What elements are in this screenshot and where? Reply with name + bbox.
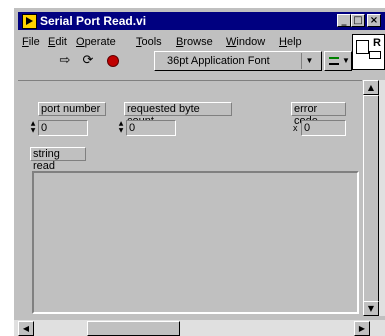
error-code-label: error code (291, 102, 346, 127)
context-help-connector-icon (369, 51, 381, 59)
menu-operate[interactable]: Operate (76, 35, 116, 49)
string-read-label: string read (30, 147, 86, 172)
menu-window[interactable]: Window (226, 35, 265, 49)
port-number-increment-icon[interactable]: ▲ ▼ (30, 120, 36, 135)
requested-byte-count-input[interactable]: 0 (126, 120, 176, 136)
font-selector-value: 36pt Application Font (167, 55, 270, 67)
window-title: Serial Port Read.vi (40, 14, 147, 28)
scroll-right-icon[interactable]: ▶ (354, 321, 370, 336)
context-help-letter: R (373, 37, 381, 49)
horizontal-scroll-thumb[interactable] (87, 321, 180, 336)
abort-button[interactable] (104, 52, 124, 71)
context-help-diagram-icon (356, 40, 369, 54)
menu-bar: File Edit Operate Tools Browse Window He… (18, 34, 358, 50)
labview-run-icon (22, 14, 37, 29)
menu-help[interactable]: Help (279, 35, 302, 49)
menu-tools[interactable]: Tools (136, 35, 162, 49)
requested-byte-count-label: requested byte count (124, 102, 232, 127)
menu-edit[interactable]: Edit (48, 35, 67, 49)
scroll-down-icon[interactable]: ▼ (363, 301, 379, 316)
scroll-left-icon[interactable]: ◀ (18, 321, 34, 336)
maximize-button[interactable]: □ (351, 14, 365, 27)
vertical-scroll-thumb[interactable] (363, 95, 379, 315)
title-bar[interactable]: Serial Port Read.vi _ □ × (18, 12, 385, 30)
port-number-label: port number (38, 102, 106, 116)
string-read-indicator (32, 171, 359, 314)
context-help-window-icon[interactable]: R (352, 34, 385, 70)
font-dropdown-arrow-icon: ▼ (301, 53, 317, 69)
stop-sign-icon (107, 55, 119, 67)
align-objects-button[interactable]: ▼ (324, 51, 352, 71)
menu-browse[interactable]: Browse (176, 35, 213, 49)
horizontal-scrollbar[interactable]: ◀ ▶ (14, 320, 385, 336)
font-selector[interactable]: 36pt Application Font ▼ (154, 51, 322, 71)
align-objects-icon (329, 57, 339, 65)
close-button[interactable]: × (367, 14, 381, 27)
vi-window: Serial Port Read.vi _ □ × File Edit Oper… (14, 8, 385, 336)
vertical-scrollbar[interactable]: ▲ ▼ (363, 80, 385, 316)
minimize-button[interactable]: _ (337, 14, 351, 27)
error-code-radix-icon: x (293, 123, 298, 133)
align-dropdown-arrow-icon: ▼ (342, 56, 350, 65)
run-button[interactable]: ⇨ (55, 52, 75, 71)
run-continuously-button[interactable]: ⟳ (78, 52, 98, 71)
front-panel: port number ▲▼ 0 requested byte count ▲▼… (18, 80, 362, 316)
error-code-indicator: 0 (301, 120, 346, 136)
port-number-input[interactable]: 0 (38, 120, 88, 136)
menu-file[interactable]: File (22, 35, 40, 49)
toolbar: ⇨ ⟳ 36pt Application Font ▼ ▼ (18, 50, 352, 76)
scroll-up-icon[interactable]: ▲ (363, 80, 379, 95)
byte-count-increment-icon[interactable]: ▲ ▼ (118, 120, 124, 135)
